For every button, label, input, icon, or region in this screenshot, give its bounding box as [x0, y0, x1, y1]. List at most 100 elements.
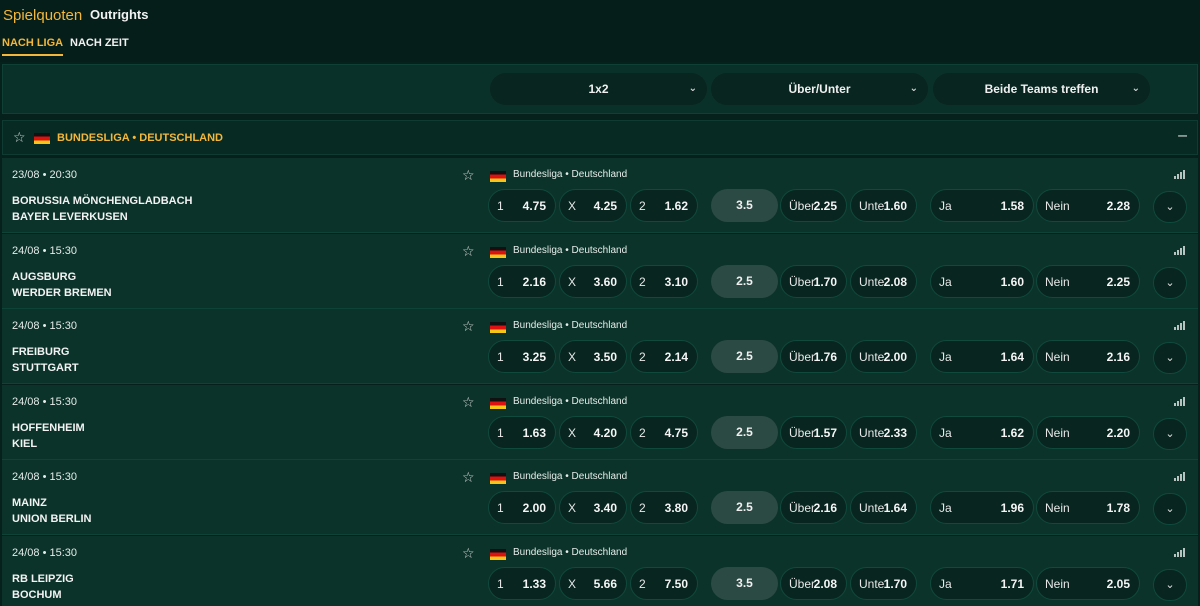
odds-value: 2.08 [813, 577, 837, 591]
odds-button-no[interactable]: Nein 2.20 [1036, 416, 1140, 449]
odds-button-home[interactable]: 1 1.63 [488, 416, 556, 449]
odds-button-away[interactable]: 2 7.50 [630, 567, 698, 600]
match-date: 24/08 • 15:30 [12, 547, 78, 559]
odds-button-over[interactable]: Über 2.16 [780, 491, 847, 524]
stats-bars-icon[interactable] [1174, 321, 1186, 330]
odds-button-away[interactable]: 2 1.62 [630, 189, 698, 222]
expand-markets-button[interactable]: ⌄ [1153, 191, 1187, 223]
star-icon[interactable]: ☆ [462, 243, 475, 260]
odds-button-yes[interactable]: Ja 1.60 [930, 265, 1034, 298]
odds-button-away[interactable]: 2 3.80 [630, 491, 698, 524]
odds-button-home[interactable]: 1 3.25 [488, 340, 556, 373]
odds-button-draw[interactable]: X 3.40 [559, 491, 627, 524]
odds-label: Nein [1045, 275, 1070, 289]
odds-button-yes[interactable]: Ja 1.64 [930, 340, 1034, 373]
germany-flag-icon [34, 133, 50, 144]
odds-value: 3.10 [664, 275, 688, 289]
odds-button-under[interactable]: Unte 2.33 [850, 416, 917, 449]
stats-bars-icon[interactable] [1174, 548, 1186, 557]
match-row[interactable]: 24/08 • 15:30 HOFFENHEIM KIEL ☆ Bundesliga •… [2, 385, 1198, 460]
odds-label: X [568, 426, 577, 440]
odds-button-over[interactable]: Über 1.76 [780, 340, 847, 373]
star-icon[interactable]: ☆ [462, 318, 475, 335]
odds-button-draw[interactable]: X 4.25 [559, 189, 627, 222]
match-row[interactable]: 24/08 • 15:30 AUGSBURG WERDER BREMEN ☆ Bunde… [2, 234, 1198, 309]
odds-button-no[interactable]: Nein 1.78 [1036, 491, 1140, 524]
odds-label: Ja [939, 199, 952, 213]
star-icon[interactable]: ☆ [462, 545, 475, 562]
match-row[interactable]: 24/08 • 15:30 MAINZ UNION BERLIN ☆ Bundeslig… [2, 460, 1198, 535]
subtab-nach-zeit[interactable]: NACH ZEIT [70, 37, 129, 49]
stats-bars-icon[interactable] [1174, 472, 1186, 481]
star-icon[interactable]: ☆ [462, 469, 475, 486]
odds-value: 4.75 [522, 199, 546, 213]
odds-label: 2 [639, 426, 646, 440]
odds-label: Unte [859, 577, 885, 591]
odds-button-over[interactable]: Über 2.08 [780, 567, 847, 600]
market-select-both-teams-score[interactable]: Beide Teams treffen ⌄ [933, 73, 1150, 105]
expand-markets-button[interactable]: ⌄ [1153, 493, 1187, 525]
match-row[interactable]: 24/08 • 15:30 RB LEIPZIG BOCHUM ☆ Bundesliga… [2, 536, 1198, 606]
match-row[interactable]: 23/08 • 20:30 BORUSSIA MÖNCHENGLADBACH BAY… [2, 158, 1198, 233]
expand-markets-button[interactable]: ⌄ [1153, 418, 1187, 450]
odds-button-draw[interactable]: X 3.60 [559, 265, 627, 298]
odds-value: 2.08 [883, 275, 907, 289]
odds-button-draw[interactable]: X 3.50 [559, 340, 627, 373]
odds-button-home[interactable]: 1 1.33 [488, 567, 556, 600]
odds-button-yes[interactable]: Ja 1.58 [930, 189, 1034, 222]
odds-button-under[interactable]: Unte 1.60 [850, 189, 917, 222]
chevron-down-icon: ⌄ [1165, 201, 1175, 213]
tab-spielquoten[interactable]: Spielquoten [3, 7, 82, 24]
odds-button-yes[interactable]: Ja 1.62 [930, 416, 1034, 449]
star-icon[interactable]: ☆ [13, 129, 26, 146]
odds-button-under[interactable]: Unte 2.00 [850, 340, 917, 373]
odds-button-draw[interactable]: X 5.66 [559, 567, 627, 600]
stats-bars-icon[interactable] [1174, 170, 1186, 179]
expand-markets-button[interactable]: ⌄ [1153, 569, 1187, 601]
odds-button-under[interactable]: Unte 1.70 [850, 567, 917, 600]
chevron-down-icon: ⌄ [1165, 428, 1175, 440]
odds-button-under[interactable]: Unte 1.64 [850, 491, 917, 524]
odds-button-home[interactable]: 1 4.75 [488, 189, 556, 222]
odds-button-over[interactable]: Über 1.57 [780, 416, 847, 449]
odds-value: 1.76 [813, 350, 837, 364]
odds-label: X [568, 350, 577, 364]
match-row[interactable]: 24/08 • 15:30 FREIBURG STUTTGART ☆ Bundeslig… [2, 309, 1198, 384]
odds-label: Unte [859, 426, 885, 440]
odds-button-yes[interactable]: Ja 1.71 [930, 567, 1034, 600]
subtab-nach-liga[interactable]: NACH LIGA [2, 37, 64, 56]
star-icon[interactable]: ☆ [462, 167, 475, 184]
odds-button-home[interactable]: 1 2.16 [488, 265, 556, 298]
germany-flag-icon [490, 549, 506, 560]
odds-button-away[interactable]: 2 2.14 [630, 340, 698, 373]
odds-button-home[interactable]: 1 2.00 [488, 491, 556, 524]
odds-label: 1 [497, 577, 504, 591]
odds-button-yes[interactable]: Ja 1.96 [930, 491, 1034, 524]
market-select-over-under[interactable]: Über/Unter ⌄ [711, 73, 928, 105]
league-header[interactable]: ☆ BUNDESLIGA • DEUTSCHLAND – [2, 120, 1198, 155]
odds-button-no[interactable]: Nein 2.25 [1036, 265, 1140, 298]
odds-button-under[interactable]: Unte 2.08 [850, 265, 917, 298]
expand-markets-button[interactable]: ⌄ [1153, 267, 1187, 299]
odds-button-no[interactable]: Nein 2.05 [1036, 567, 1140, 600]
odds-label: Über [789, 199, 816, 213]
stats-bars-icon[interactable] [1174, 397, 1186, 406]
odds-button-draw[interactable]: X 4.20 [559, 416, 627, 449]
odds-label: Unte [859, 350, 885, 364]
expand-markets-button[interactable]: ⌄ [1153, 342, 1187, 374]
star-icon[interactable]: ☆ [462, 394, 475, 411]
odds-button-over[interactable]: Über 1.70 [780, 265, 847, 298]
odds-button-no[interactable]: Nein 2.28 [1036, 189, 1140, 222]
tab-outrights[interactable]: Outrights [90, 7, 149, 22]
away-team: BAYER LEVERKUSEN [12, 211, 128, 223]
match-league: Bundesliga • Deutschland [513, 245, 628, 256]
odds-button-no[interactable]: Nein 2.16 [1036, 340, 1140, 373]
odds-button-away[interactable]: 2 4.75 [630, 416, 698, 449]
away-team: UNION BERLIN [12, 513, 92, 525]
market-select-1x2[interactable]: 1x2 ⌄ [490, 73, 707, 105]
stats-bars-icon[interactable] [1174, 246, 1186, 255]
odds-button-over[interactable]: Über 2.25 [780, 189, 847, 222]
odds-button-away[interactable]: 2 3.10 [630, 265, 698, 298]
collapse-button[interactable]: – [1178, 127, 1187, 145]
odds-label: Unte [859, 275, 885, 289]
